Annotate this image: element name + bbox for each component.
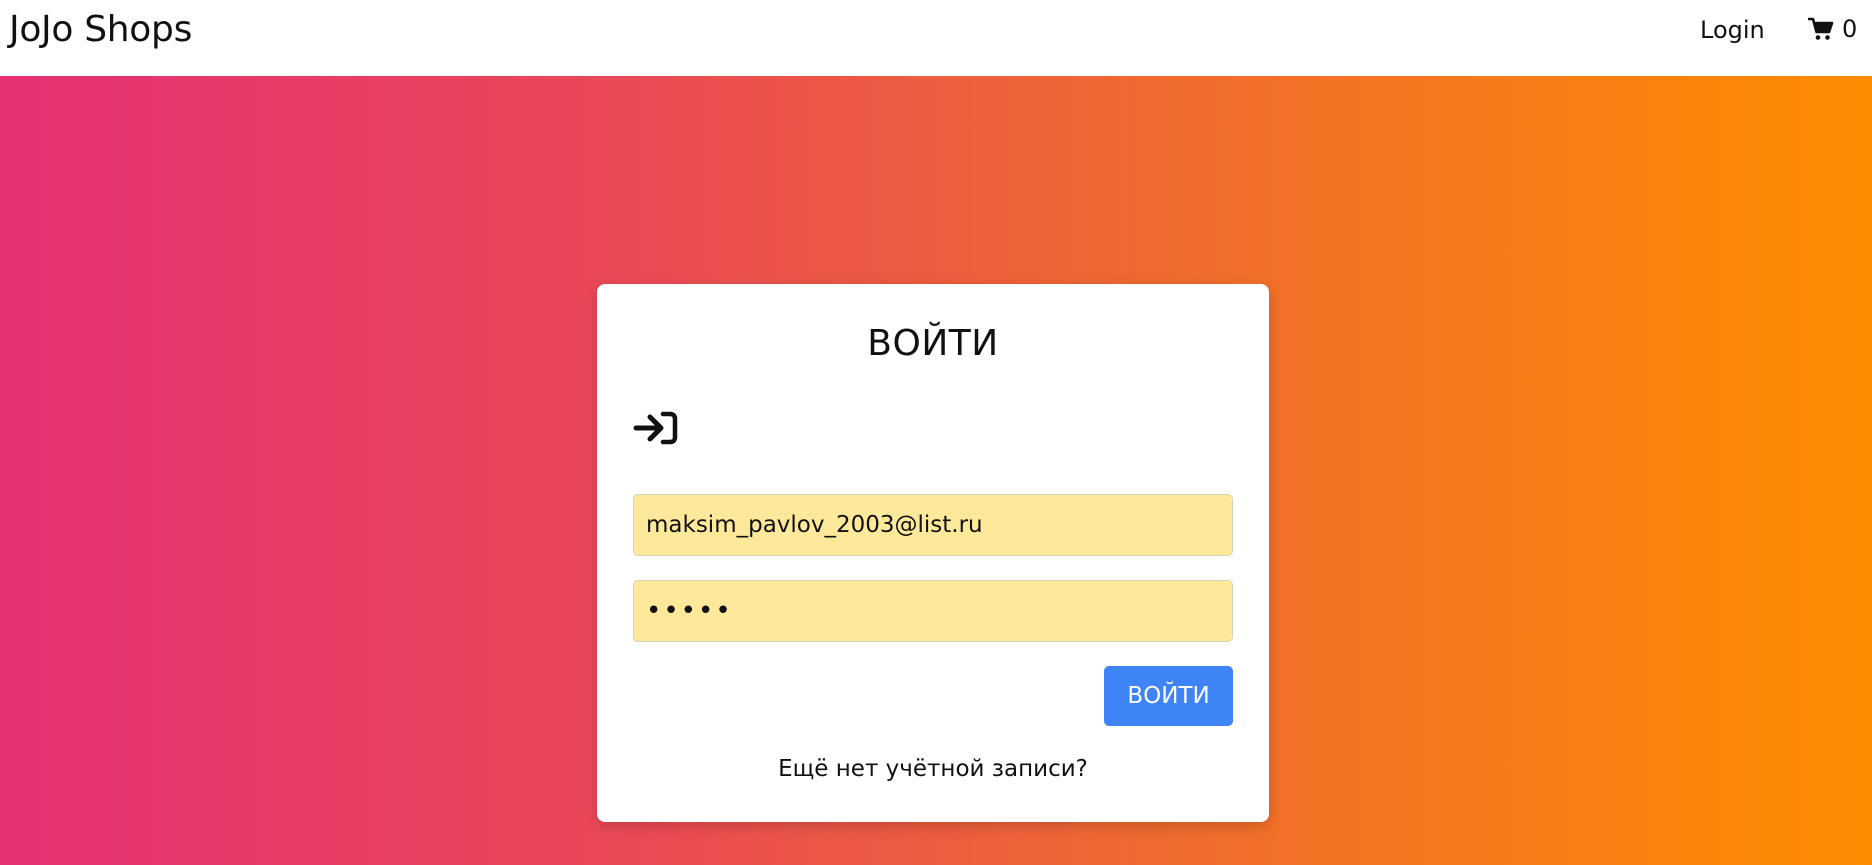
password-input[interactable] [633, 580, 1233, 642]
sign-in-arrow-icon [632, 408, 680, 448]
login-card: ВОЙТИ ВОЙТИ Ещё нет учётной записи? [597, 284, 1269, 822]
login-nav-link[interactable]: Login [1700, 15, 1765, 45]
login-title: ВОЙТИ [867, 323, 999, 364]
cart-count: 0 [1842, 15, 1858, 43]
cart-link[interactable]: 0 [1808, 14, 1857, 44]
shopping-cart-icon [1808, 17, 1834, 41]
login-submit-button[interactable]: ВОЙТИ [1104, 666, 1233, 726]
brand-logo-text[interactable]: JoJo Shops [9, 8, 192, 52]
register-link[interactable]: Ещё нет учётной записи? [597, 754, 1269, 784]
email-input[interactable] [633, 494, 1233, 556]
navbar: JoJo Shops Login 0 [0, 0, 1872, 76]
